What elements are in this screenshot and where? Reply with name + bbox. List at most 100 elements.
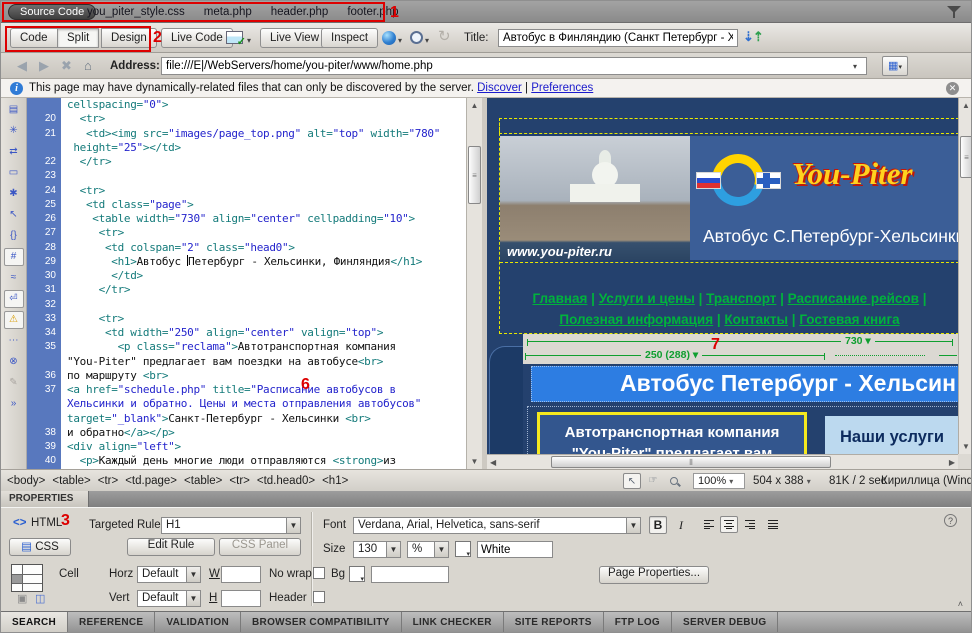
help-icon[interactable]: ?: [944, 514, 957, 527]
highlight-invalid-code-icon[interactable]: ≈: [4, 269, 24, 287]
text-color-input[interactable]: [477, 541, 553, 558]
targeted-rule-select[interactable]: H1▼: [161, 517, 301, 534]
results-tab[interactable]: FTP LOG: [604, 612, 672, 633]
line-numbers-icon[interactable]: #: [4, 248, 24, 266]
open-documents-icon[interactable]: ▤: [4, 101, 24, 119]
check-page-icon[interactable]: [226, 31, 243, 44]
syntax-error-alerts-icon[interactable]: ⚠: [4, 311, 24, 329]
results-tab[interactable]: SERVER DEBUG: [672, 612, 778, 633]
related-file-tab[interactable]: header.php: [271, 6, 329, 18]
css-mode-button[interactable]: ▤ CSS: [9, 538, 71, 556]
tag-selector-item[interactable]: <table>: [52, 475, 90, 487]
home-icon[interactable]: ⌂: [84, 53, 92, 79]
site-nav-link[interactable]: Главная: [533, 291, 588, 306]
scrollbar-thumb[interactable]: ≡: [468, 146, 481, 204]
inspect-button[interactable]: Inspect: [321, 28, 378, 48]
site-nav-link[interactable]: Гостевая книга: [799, 312, 899, 327]
check-browser-compatibility-icon[interactable]: [410, 31, 423, 44]
site-nav-link[interactable]: Услуги и цены: [599, 291, 695, 306]
properties-tab[interactable]: PROPERTIES: [1, 491, 89, 507]
align-center-icon[interactable]: [720, 516, 738, 533]
width-input[interactable]: [221, 566, 261, 583]
bold-button[interactable]: B: [649, 516, 667, 534]
remove-comment-icon[interactable]: ⊗: [4, 353, 24, 371]
italic-button[interactable]: I: [672, 516, 690, 534]
select-tool-icon[interactable]: ↖: [623, 473, 641, 489]
collapse-selection-icon[interactable]: ▭: [4, 164, 24, 182]
split-cell-icon[interactable]: ◫: [35, 592, 45, 605]
split-view-button[interactable]: Split: [57, 28, 99, 48]
scroll-down-icon[interactable]: ▼: [467, 457, 482, 466]
preview-in-browser-icon[interactable]: [382, 31, 396, 45]
panel-resize-grip[interactable]: ˄: [958, 599, 963, 609]
bg-color-input[interactable]: [371, 566, 449, 583]
tag-selector-item[interactable]: <table>: [184, 475, 222, 487]
tag-selector-item[interactable]: <h1>: [322, 475, 348, 487]
results-tab[interactable]: REFERENCE: [68, 612, 155, 633]
tag-selector-item[interactable]: <td.page>: [125, 475, 177, 487]
scroll-up-icon[interactable]: ▲: [467, 101, 482, 110]
tag-selector-item[interactable]: <tr>: [98, 475, 118, 487]
no-wrap-checkbox[interactable]: [313, 567, 325, 579]
column-width-250[interactable]: 250 (288) ▾: [641, 349, 702, 361]
unit-select[interactable]: %▼: [407, 541, 449, 558]
apply-comment-icon[interactable]: ⋯: [4, 332, 24, 350]
source-code-tab[interactable]: Source Code: [8, 4, 96, 20]
discover-link[interactable]: Discover: [477, 82, 522, 94]
code-navigator-icon[interactable]: ✳: [4, 122, 24, 140]
align-right-icon[interactable]: [742, 516, 760, 533]
filter-icon[interactable]: [947, 6, 961, 18]
file-management-icon[interactable]: ⇣⇡: [743, 29, 763, 45]
site-nav-link[interactable]: Полезная информация: [559, 312, 713, 327]
site-nav-link[interactable]: Транспорт: [706, 291, 776, 306]
text-color-swatch[interactable]: [455, 541, 471, 557]
select-parent-tag-icon[interactable]: ↖: [4, 206, 24, 224]
design-vertical-scrollbar[interactable]: ▲ ▼ ≡: [958, 98, 972, 454]
forward-icon[interactable]: ▶: [39, 53, 49, 79]
tag-selector-item[interactable]: <tr>: [229, 475, 249, 487]
related-file-tab[interactable]: footer.php: [347, 6, 398, 18]
scroll-down-icon[interactable]: ▼: [959, 442, 972, 451]
results-tab[interactable]: LINK CHECKER: [402, 612, 504, 633]
magnification-select[interactable]: 100% ▾: [693, 473, 745, 489]
css-panel-button[interactable]: CSS Panel: [219, 538, 301, 556]
edit-rule-button[interactable]: Edit Rule: [127, 538, 215, 556]
page-properties-button[interactable]: Page Properties...: [599, 566, 709, 584]
site-nav-link[interactable]: Контакты: [724, 312, 788, 327]
align-justify-icon[interactable]: [763, 516, 781, 533]
related-file-tab[interactable]: meta.php: [204, 6, 252, 18]
scrollbar-thumb[interactable]: ≡: [960, 136, 972, 178]
design-view-pane[interactable]: You-Piter www.you-piter.ru Автобус С.Пет…: [487, 98, 972, 469]
align-left-icon[interactable]: [699, 516, 717, 533]
size-select[interactable]: 130▼: [353, 541, 401, 558]
scroll-left-icon[interactable]: ◀: [490, 455, 496, 469]
html-mode-button[interactable]: HTML: [31, 517, 62, 529]
design-horizontal-scrollbar[interactable]: ◀ ▶ ⦀: [487, 454, 958, 469]
bg-color-swatch[interactable]: [349, 566, 365, 582]
show-more-icon[interactable]: »: [4, 395, 24, 413]
related-file-tab[interactable]: you_piter_style.css: [87, 6, 185, 18]
tag-selector-item[interactable]: <body>: [7, 475, 45, 487]
merge-cells-icon[interactable]: ▣: [17, 592, 27, 605]
stop-icon[interactable]: ✖: [61, 53, 72, 79]
table-width-730[interactable]: 730 ▾: [841, 335, 875, 347]
close-icon[interactable]: ✕: [946, 82, 959, 95]
balance-braces-icon[interactable]: {}: [4, 227, 24, 245]
tag-selector-item[interactable]: <td.head0>: [257, 475, 315, 487]
hand-tool-icon[interactable]: ☞: [644, 473, 662, 489]
format-source-code-icon[interactable]: ✎: [4, 374, 24, 392]
live-code-button[interactable]: Live Code: [161, 28, 233, 48]
code-editor[interactable]: cellspacing="0">20 <tr>21 <td><img src="…: [27, 98, 466, 469]
word-wrap-icon[interactable]: ⏎: [4, 290, 24, 308]
height-input[interactable]: [221, 590, 261, 607]
back-icon[interactable]: ◀: [17, 53, 27, 79]
code-view-button[interactable]: Code: [10, 28, 58, 48]
results-tab[interactable]: BROWSER COMPATIBILITY: [241, 612, 402, 633]
live-view-button[interactable]: Live View: [260, 28, 329, 48]
zoom-tool-icon[interactable]: [665, 473, 683, 489]
expand-all-icon[interactable]: ✱: [4, 185, 24, 203]
scroll-up-icon[interactable]: ▲: [959, 101, 972, 110]
scroll-right-icon[interactable]: ▶: [949, 455, 955, 469]
services-box[interactable]: Наши услуги: [825, 416, 959, 458]
view-options-icon[interactable]: ▦▾: [882, 56, 908, 76]
